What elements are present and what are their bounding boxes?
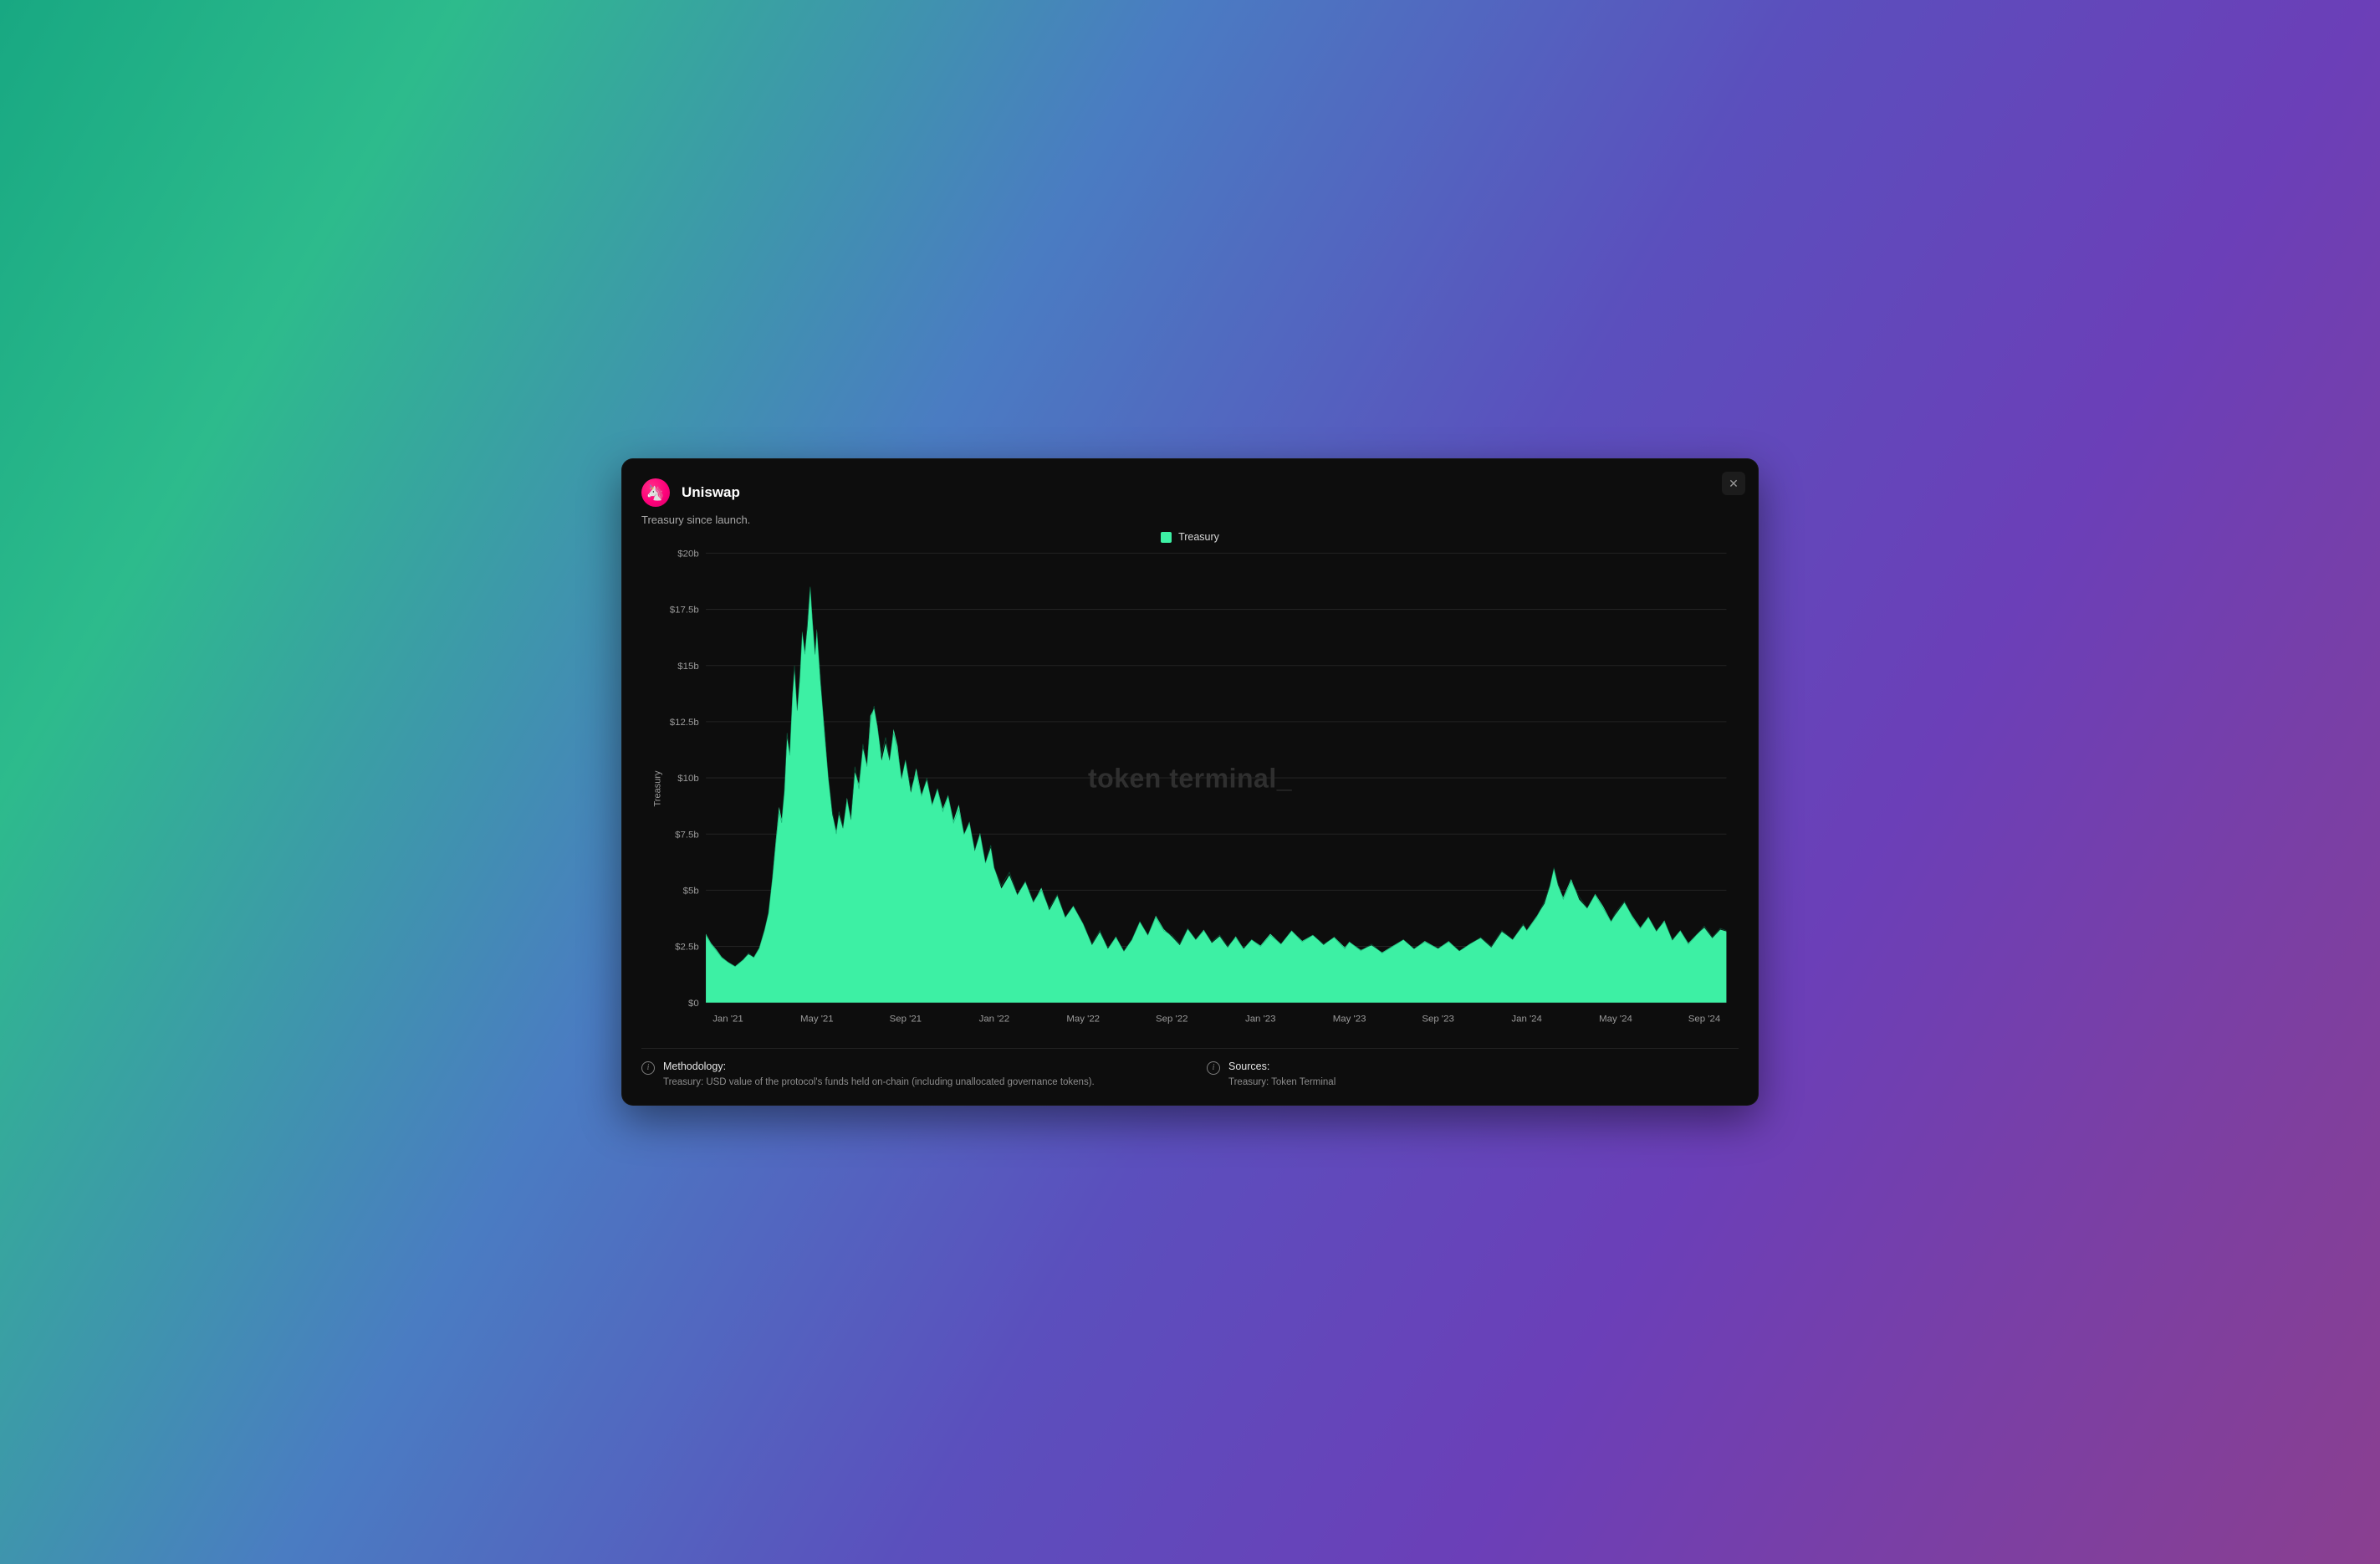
- y-axis-title: Treasury: [653, 770, 663, 806]
- svg-text:Sep '22: Sep '22: [1156, 1015, 1187, 1025]
- svg-text:$2.5b: $2.5b: [675, 943, 699, 953]
- svg-text:Sep '23: Sep '23: [1422, 1015, 1453, 1025]
- svg-text:May '21: May '21: [800, 1015, 834, 1025]
- svg-text:$10b: $10b: [677, 774, 698, 785]
- close-icon: ✕: [1729, 477, 1739, 491]
- svg-text:$20b: $20b: [677, 549, 698, 560]
- panel-header: 🦄 Uniswap: [641, 478, 1739, 507]
- svg-text:$17.5b: $17.5b: [670, 606, 699, 616]
- svg-text:$5b: $5b: [683, 887, 699, 897]
- svg-text:May '23: May '23: [1333, 1015, 1366, 1025]
- info-icon: i: [1207, 1061, 1220, 1075]
- svg-text:Sep '24: Sep '24: [1688, 1015, 1721, 1025]
- close-button[interactable]: ✕: [1722, 472, 1745, 495]
- sources-body: Treasury: Token Terminal: [1228, 1076, 1336, 1089]
- svg-text:$12.5b: $12.5b: [670, 718, 699, 728]
- svg-text:May '24: May '24: [1599, 1015, 1632, 1025]
- treasury-area-chart: $0 $2.5b $5b $7.5b $10b $12.5b $15b $17.5b $20b J…: [641, 544, 1739, 1032]
- svg-text:$0: $0: [688, 999, 699, 1009]
- project-logo: 🦄: [641, 478, 670, 507]
- chart-container: Treasury token terminal_ $0$2.5b$5b$7.5b…: [641, 544, 1739, 1032]
- svg-text:May '22: May '22: [1066, 1015, 1100, 1025]
- svg-text:Sep '21: Sep '21: [890, 1015, 922, 1025]
- panel-footer: i Methodology: Treasury: USD value of th…: [641, 1061, 1739, 1089]
- unicorn-icon: 🦄: [646, 484, 665, 502]
- legend-swatch: [1161, 532, 1172, 543]
- sources-block: i Sources: Treasury: Token Terminal: [1207, 1061, 1739, 1089]
- svg-text:Jan '23: Jan '23: [1245, 1015, 1276, 1025]
- svg-text:Jan '22: Jan '22: [979, 1015, 1010, 1025]
- legend-label: Treasury: [1178, 531, 1219, 543]
- svg-text:$7.5b: $7.5b: [675, 831, 699, 841]
- svg-text:$15b: $15b: [677, 662, 698, 672]
- chart-panel: ✕ 🦄 Uniswap Treasury since launch. Treas…: [621, 458, 1759, 1105]
- project-title: Uniswap: [682, 484, 740, 501]
- methodology-block: i Methodology: Treasury: USD value of th…: [641, 1061, 1173, 1089]
- svg-text:Jan '21: Jan '21: [712, 1015, 743, 1025]
- panel-subtitle: Treasury since launch.: [641, 514, 1739, 526]
- info-icon: i: [641, 1061, 655, 1075]
- methodology-title: Methodology:: [663, 1061, 1095, 1072]
- chart-legend: Treasury: [641, 531, 1739, 543]
- footer-divider: [641, 1048, 1739, 1049]
- svg-text:Jan '24: Jan '24: [1511, 1015, 1542, 1025]
- sources-title: Sources:: [1228, 1061, 1336, 1072]
- methodology-body: Treasury: USD value of the protocol's fu…: [663, 1076, 1095, 1089]
